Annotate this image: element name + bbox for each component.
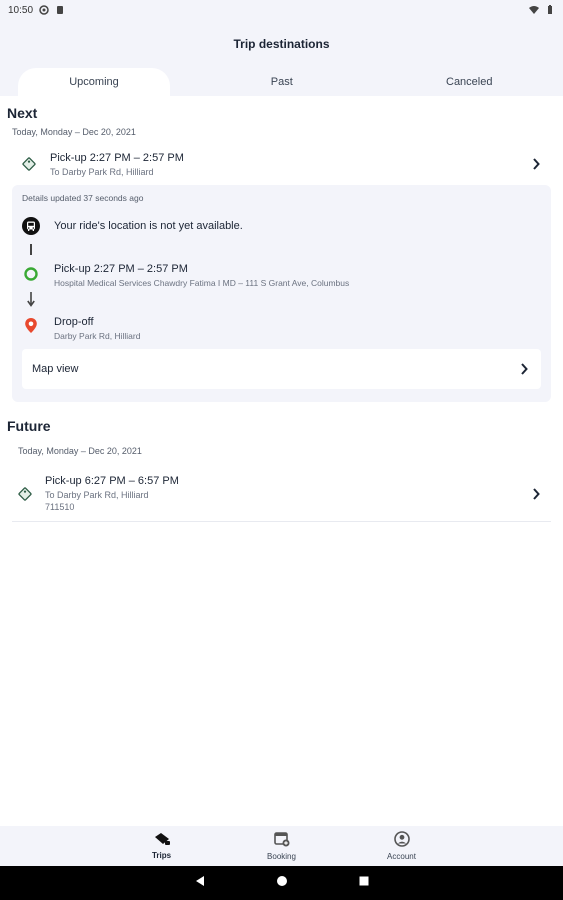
future-trip-title: Pick-up 6:27 PM – 6:57 PM: [45, 475, 179, 487]
nav-account[interactable]: Account: [342, 826, 462, 866]
pickup-title: Pick-up 2:27 PM – 2:57 PM: [54, 263, 188, 275]
next-trip-subtitle: To Darby Park Rd, Hilliard: [50, 166, 154, 177]
app-header: Trip destinations: [0, 20, 563, 68]
section-title-future: Future: [7, 418, 51, 434]
booking-icon: [273, 831, 290, 849]
home-icon[interactable]: [276, 874, 288, 892]
tab-label: Upcoming: [69, 76, 119, 88]
chevron-right-icon: [529, 157, 543, 171]
battery-icon: [548, 5, 552, 14]
ride-status-text: Your ride's location is not yet availabl…: [54, 220, 243, 232]
chevron-right-icon: [529, 487, 543, 501]
tab-label: Canceled: [446, 76, 493, 88]
system-navigation-bar: [0, 866, 563, 900]
details-updated-text: Details updated 37 seconds ago: [22, 193, 144, 203]
dropoff-title: Drop-off: [54, 316, 94, 328]
status-time: 10:50: [8, 4, 34, 16]
next-trip-group: Pick-up 2:27 PM – 2:57 PM To Darby Park …: [12, 143, 551, 402]
location-pin-icon: [22, 317, 40, 334]
nav-booking-label: Booking: [267, 852, 296, 861]
trips-icon: [153, 832, 171, 848]
wifi-icon: [529, 6, 539, 14]
bottom-navigation: Trips Booking Account: [0, 826, 563, 866]
dropoff-address: Darby Park Rd, Hilliard: [54, 331, 141, 341]
future-trip-card[interactable]: Pick-up 6:27 PM – 6:57 PM To Darby Park …: [12, 466, 551, 522]
sync-icon: [39, 5, 49, 15]
tab-upcoming[interactable]: Upcoming: [18, 68, 170, 96]
back-icon[interactable]: [194, 874, 206, 892]
ride-tag-icon: [20, 155, 38, 173]
next-trip-title: Pick-up 2:27 PM – 2:57 PM: [50, 151, 184, 164]
dropoff-stop: Drop-off Darby Park Rd, Hilliard: [22, 316, 541, 341]
pickup-stop: Pick-up 2:27 PM – 2:57 PM Hospital Medic…: [22, 263, 541, 288]
sim-card-icon: [57, 6, 64, 14]
chevron-right-icon: [517, 362, 531, 376]
page-title: Trip destinations: [233, 37, 330, 51]
next-trip-card[interactable]: Pick-up 2:27 PM – 2:57 PM To Darby Park …: [12, 143, 551, 185]
tab-label: Past: [270, 76, 293, 88]
route-connector: [30, 244, 541, 255]
ride-status-row: Your ride's location is not yet availabl…: [22, 217, 541, 235]
account-icon: [393, 831, 410, 849]
nav-trips-label: Trips: [151, 851, 172, 860]
route-arrow: [26, 291, 541, 312]
arrow-down-icon: [26, 291, 36, 312]
ride-tag-icon: [16, 485, 34, 503]
connector-line: [30, 244, 32, 255]
nav-booking[interactable]: Booking: [222, 826, 342, 866]
pickup-address: Hospital Medical Services Chawdry Fatima…: [54, 278, 350, 288]
trips-content: Next Today, Monday – Dec 20, 2021 Pick-u…: [0, 96, 563, 522]
trip-details-panel: Details updated 37 seconds ago Your ride…: [12, 185, 551, 402]
pickup-circle-icon: [22, 267, 40, 281]
future-trip-subtitle: To Darby Park Rd, Hilliard: [45, 490, 149, 500]
recents-icon[interactable]: [358, 874, 370, 892]
status-bar: 10:50: [0, 0, 563, 20]
bus-icon: [22, 217, 40, 235]
map-view-button[interactable]: Map view: [22, 349, 541, 389]
future-date-label: Today, Monday – Dec 20, 2021: [18, 446, 142, 456]
map-view-label: Map view: [32, 363, 79, 375]
nav-trips[interactable]: Trips: [102, 826, 222, 866]
tab-canceled[interactable]: Canceled: [376, 68, 563, 96]
trip-tabs: Upcoming Past Canceled: [0, 68, 563, 96]
next-date-label: Today, Monday – Dec 20, 2021: [12, 127, 136, 137]
nav-account-label: Account: [387, 852, 416, 861]
section-title-next: Next: [7, 105, 38, 121]
future-trip-code: 711510: [45, 502, 75, 512]
tab-past[interactable]: Past: [188, 68, 376, 96]
